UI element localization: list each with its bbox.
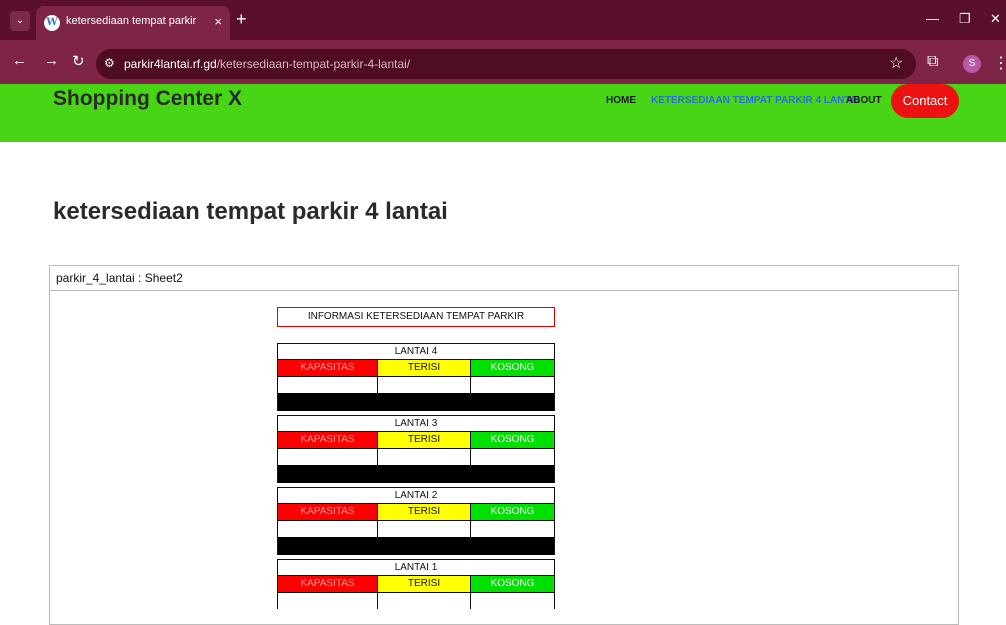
browser-tab[interactable]: W ketersediaan tempat parkir 4 la ×	[36, 6, 230, 40]
terisi-value	[378, 449, 471, 465]
separator-bar	[278, 465, 554, 483]
kosong-header: KOSONG	[471, 360, 554, 376]
url-path: /ketersediaan-tempat-parkir-4-lantai/	[216, 57, 411, 71]
terisi-header: TERISI	[378, 360, 471, 376]
more-menu-icon[interactable]: ⋮	[993, 53, 1006, 73]
floor-table-lantai-4: LANTAI 4 KAPASITAS TERISI KOSONG	[277, 343, 555, 411]
tab-search-icon[interactable]: ⌄	[10, 11, 30, 31]
info-title-cell: INFORMASI KETERSEDIAAN TEMPAT PARKIR	[277, 307, 555, 327]
header-row: KAPASITAS TERISI KOSONG	[278, 431, 554, 448]
profile-avatar[interactable]: S	[963, 55, 981, 73]
kosong-value	[471, 521, 554, 537]
terisi-header: TERISI	[378, 576, 471, 592]
header-row: KAPASITAS TERISI KOSONG	[278, 575, 554, 592]
kosong-header: KOSONG	[471, 504, 554, 520]
tab-title: ketersediaan tempat parkir 4 la	[66, 15, 198, 27]
kosong-value	[471, 377, 554, 393]
nav-ketersediaan[interactable]: KETERSEDIAAN TEMPAT PARKIR 4 LANTAI	[651, 95, 860, 106]
tab-close-icon[interactable]: ×	[214, 14, 222, 29]
floor-table-lantai-2: LANTAI 2 KAPASITAS TERISI KOSONG	[277, 487, 555, 555]
kapasitas-header: KAPASITAS	[278, 360, 378, 376]
site-title[interactable]: Shopping Center X	[53, 87, 242, 111]
kapasitas-value	[278, 377, 378, 393]
kapasitas-header: KAPASITAS	[278, 432, 378, 448]
terisi-value	[378, 593, 471, 609]
window-close-icon[interactable]: ✕	[990, 11, 1001, 27]
terisi-value	[378, 377, 471, 393]
kosong-value	[471, 593, 554, 609]
page-title: ketersediaan tempat parkir 4 lantai	[53, 198, 448, 225]
contact-button[interactable]: Contact	[891, 84, 959, 118]
browser-tab-bar: ⌄ W ketersediaan tempat parkir 4 la × + …	[0, 0, 1006, 40]
floor-label: LANTAI 4	[278, 343, 554, 359]
value-row	[278, 448, 554, 465]
header-row: KAPASITAS TERISI KOSONG	[278, 359, 554, 376]
separator-bar	[278, 393, 554, 411]
header-row: KAPASITAS TERISI KOSONG	[278, 503, 554, 520]
nav-home[interactable]: HOME	[606, 95, 636, 106]
nav-about[interactable]: ABOUT	[846, 95, 882, 106]
restore-icon[interactable]: ❐	[959, 11, 971, 27]
url-text[interactable]: parkir4lantai.rf.gd/ketersediaan-tempat-…	[124, 57, 410, 71]
separator-bar	[278, 537, 554, 555]
forward-icon[interactable]: →	[44, 52, 59, 69]
kosong-header: KOSONG	[471, 576, 554, 592]
url-host: parkir4lantai.rf.gd	[124, 57, 217, 71]
wordpress-icon: W	[44, 15, 60, 31]
floor-table-lantai-1: LANTAI 1 KAPASITAS TERISI KOSONG	[277, 559, 555, 609]
minimize-icon[interactable]: —	[926, 11, 939, 26]
floor-label: LANTAI 1	[278, 559, 554, 575]
sheet-header: parkir_4_lantai : Sheet2	[50, 266, 958, 291]
new-tab-button[interactable]: +	[236, 9, 247, 30]
terisi-value	[378, 521, 471, 537]
kapasitas-value	[278, 521, 378, 537]
kapasitas-header: KAPASITAS	[278, 504, 378, 520]
kosong-header: KOSONG	[471, 432, 554, 448]
extensions-icon[interactable]: ⧉	[927, 53, 938, 71]
kapasitas-header: KAPASITAS	[278, 576, 378, 592]
terisi-header: TERISI	[378, 504, 471, 520]
kapasitas-value	[278, 449, 378, 465]
kapasitas-value	[278, 593, 378, 609]
site-info-icon[interactable]: ⚙	[104, 56, 115, 70]
bookmark-star-icon[interactable]: ☆	[889, 53, 903, 73]
floor-label: LANTAI 2	[278, 487, 554, 503]
value-row	[278, 376, 554, 393]
floor-label: LANTAI 3	[278, 415, 554, 431]
floor-table-lantai-3: LANTAI 3 KAPASITAS TERISI KOSONG	[277, 415, 555, 483]
terisi-header: TERISI	[378, 432, 471, 448]
reload-icon[interactable]: ↻	[72, 52, 85, 70]
kosong-value	[471, 449, 554, 465]
back-icon[interactable]: ←	[12, 52, 27, 69]
sheet-name: parkir_4_lantai : Sheet2	[56, 271, 183, 285]
value-row	[278, 520, 554, 537]
value-row	[278, 592, 554, 609]
